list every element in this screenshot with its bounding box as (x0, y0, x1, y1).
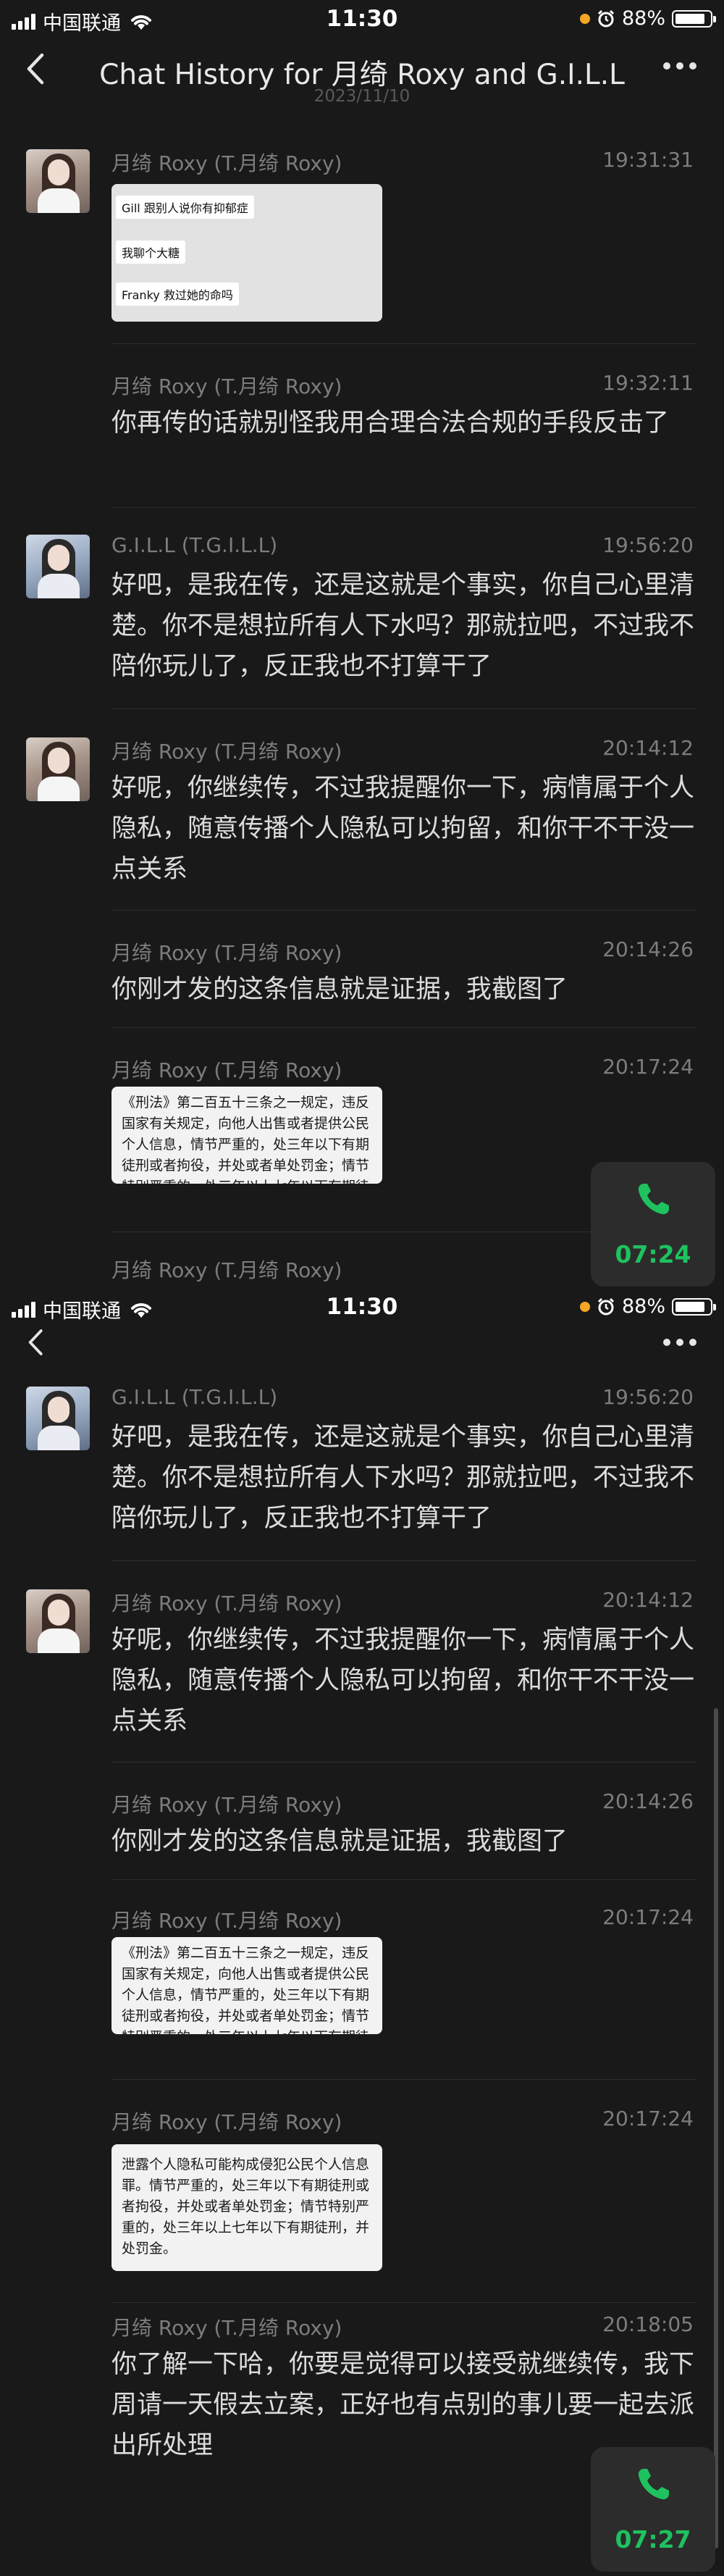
call-duration: 07:24 (615, 1240, 691, 1268)
avatar[interactable] (26, 737, 90, 801)
back-icon[interactable] (22, 1327, 51, 1358)
image-doc-text: 《刑法》第二百五十三条之一规定，违反国家有关规定，向他人出售或者提供公民个人信息… (122, 1095, 370, 1184)
sender-name: 月绮 Roxy (T.月绮 Roxy) (111, 941, 342, 965)
divider (111, 1027, 696, 1028)
sender-name: 月绮 Roxy (T.月绮 Roxy) (111, 151, 342, 175)
sender-name: 月绮 Roxy (T.月绮 Roxy) (111, 1793, 342, 1817)
message-time: 20:14:12 (602, 1588, 694, 1612)
more-options-icon[interactable] (663, 62, 696, 70)
divider (111, 2079, 696, 2080)
message-time: 20:17:24 (602, 1055, 694, 1079)
message-time: 20:14:12 (602, 736, 694, 760)
divider (111, 910, 696, 911)
divider (111, 1560, 696, 1561)
sender-name: 月绮 Roxy (T.月绮 Roxy) (111, 2110, 342, 2134)
sender-name: 月绮 Roxy (T.月绮 Roxy) (111, 740, 342, 764)
divider (111, 1879, 696, 1880)
image-text-line: 我聊个大糖 (116, 241, 186, 264)
chat-screen-2: 中国联通 11:30 88% G.I.L.L (T.G.I.L.L) 19:56… (0, 1288, 724, 2576)
recording-dot-icon (579, 1301, 590, 1312)
sender-name: 月绮 Roxy (T.月绮 Roxy) (111, 375, 342, 398)
chat-screen-1: 中国联通 11:30 88% Chat History for 月绮 Roxy … (0, 0, 724, 1288)
message-time: 20:14:26 (602, 1789, 694, 1813)
message-text: 好吧，是我在传，还是这就是个事实，你自己心里清楚。你不是想拉所有人下水吗？那就拉… (111, 571, 695, 681)
battery-icon (672, 1297, 716, 1316)
image-attachment[interactable]: 泄露个人隐私可能构成侵犯公民个人信息罪。情节严重的，处三年以下有期徒刑或者拘役，… (111, 2144, 382, 2271)
nav-bar: Chat History for 月绮 Roxy and G.I.L.L 202… (0, 38, 724, 114)
message-time: 19:32:11 (602, 371, 694, 395)
image-doc-text: 《刑法》第二百五十三条之一规定，违反国家有关规定，向他人出售或者提供公民个人信息… (122, 1945, 370, 2034)
floating-call-widget[interactable]: 07:24 (591, 1162, 715, 1287)
divider (111, 507, 696, 508)
message-time: 20:17:24 (602, 1905, 694, 1929)
sender-name: G.I.L.L (T.G.I.L.L) (111, 1385, 278, 1409)
more-options-icon[interactable] (663, 1339, 696, 1346)
sender-name: 月绮 Roxy (T.月绮 Roxy) (111, 1909, 342, 1933)
message-time: 19:31:31 (602, 148, 694, 172)
image-attachment[interactable]: Gill 跟别人说你有抑郁症 我聊个大糖 Franky 救过她的命吗 (111, 184, 382, 322)
message-time: 20:17:24 (602, 2107, 694, 2130)
image-text-line: Franky 救过她的命吗 (116, 283, 239, 306)
divider (111, 343, 696, 344)
divider (111, 2302, 696, 2303)
sender-name: 月绮 Roxy (T.月绮 Roxy) (111, 1592, 342, 1615)
message-text: 好呢，你继续传，不过我提醒你一下，病情属于个人隐私，随意传播个人隐私可以拘留，和… (111, 774, 695, 884)
message-text: 好吧，是我在传，还是这就是个事实，你自己心里清楚。你不是想拉所有人下水吗？那就拉… (111, 1423, 695, 1533)
battery-percent: 88% (621, 1295, 665, 1318)
avatar[interactable] (26, 1387, 90, 1450)
scrollbar[interactable] (714, 1708, 718, 2548)
alarm-icon (597, 1297, 615, 1315)
phone-icon (638, 1184, 669, 1215)
sender-name: 月绮 Roxy (T.月绮 Roxy) (111, 1058, 342, 1082)
call-duration: 07:27 (615, 2525, 691, 2554)
battery-icon (672, 9, 716, 28)
image-text-line: Gill 跟别人说你有抑郁症 (116, 196, 254, 219)
message-text: 你刚才发的这条信息就是证据，我截图了 (111, 975, 568, 1004)
message-time: 19:56:20 (602, 1385, 694, 1409)
sender-name: G.I.L.L (T.G.I.L.L) (111, 533, 278, 557)
message-time: 19:56:20 (602, 533, 694, 557)
message-time: 20:18:05 (602, 2312, 694, 2336)
message-text: 你再传的话就别怪我用合理合法合规的手段反击了 (111, 409, 670, 438)
image-attachment[interactable]: 《刑法》第二百五十三条之一规定，违反国家有关规定，向他人出售或者提供公民个人信息… (111, 1937, 382, 2034)
history-date: 2023/11/10 (313, 87, 411, 106)
floating-call-widget[interactable]: 07:27 (591, 2447, 715, 2572)
battery-percent: 88% (621, 7, 665, 30)
status-bar: 中国联通 11:30 88% (0, 0, 724, 38)
avatar[interactable] (26, 535, 90, 598)
status-bar: 中国联通 11:30 88% (0, 1288, 724, 1326)
message-text: 好呢，你继续传，不过我提醒你一下，病情属于个人隐私，随意传播个人隐私可以拘留，和… (111, 1626, 695, 1736)
sender-name: 月绮 Roxy (T.月绮 Roxy) (111, 2316, 342, 2340)
image-doc-text: 泄露个人隐私可能构成侵犯公民个人信息罪。情节严重的，处三年以下有期徒刑或者拘役，… (122, 2157, 370, 2257)
divider (111, 708, 696, 709)
message-time: 20:14:26 (602, 937, 694, 961)
sender-name: 月绮 Roxy (T.月绮 Roxy) (111, 1258, 342, 1282)
avatar[interactable] (26, 1589, 90, 1653)
recording-dot-icon (579, 13, 590, 24)
avatar[interactable] (26, 149, 90, 213)
message-text: 你刚才发的这条信息就是证据，我截图了 (111, 1827, 568, 1856)
nav-bar (0, 1326, 724, 1369)
image-attachment[interactable]: 《刑法》第二百五十三条之一规定，违反国家有关规定，向他人出售或者提供公民个人信息… (111, 1087, 382, 1184)
alarm-icon (597, 9, 615, 27)
phone-icon (638, 2469, 669, 2500)
